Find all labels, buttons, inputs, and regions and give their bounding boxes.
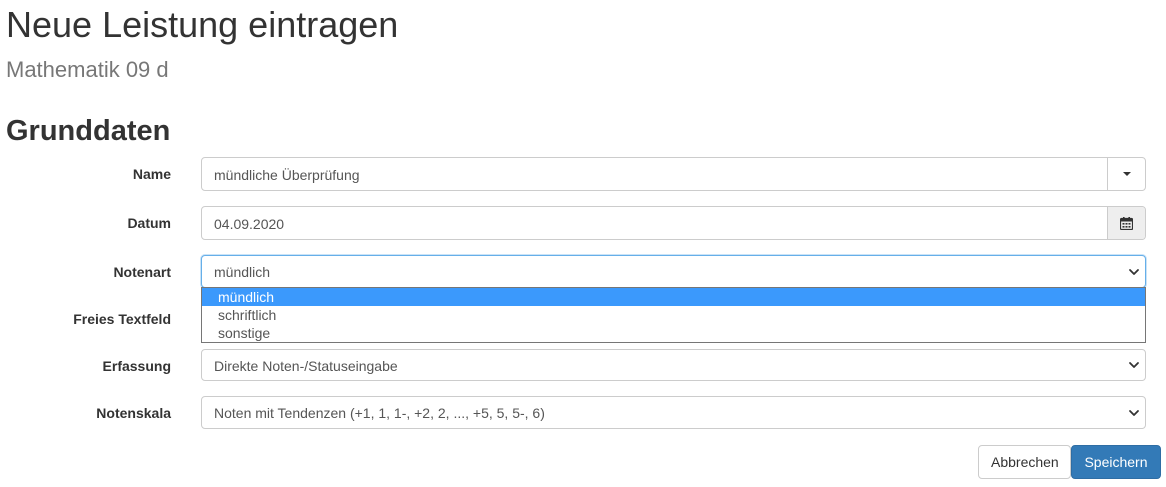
section-title: Grunddaten xyxy=(6,115,171,147)
name-combobox[interactable]: mündliche Überprüfung xyxy=(201,157,1146,191)
freies-textfeld-label: Freies Textfeld xyxy=(73,311,171,327)
notenart-label: Notenart xyxy=(113,264,171,280)
datum-input[interactable]: 04.09.2020 xyxy=(201,206,1146,240)
calendar-icon xyxy=(1120,216,1133,230)
erfassung-select[interactable]: Direkte Noten-/Statuseingabe xyxy=(201,349,1146,381)
cancel-button[interactable]: Abbrechen xyxy=(978,445,1071,479)
datum-value: 04.09.2020 xyxy=(214,216,285,232)
caret-down-icon xyxy=(1122,172,1131,176)
datum-calendar-button[interactable] xyxy=(1107,207,1145,239)
chevron-down-icon xyxy=(1129,362,1139,368)
notenart-option-muendlich[interactable]: mündlich xyxy=(202,288,1145,306)
notenart-options-list: mündlich schriftlich sonstige xyxy=(201,287,1146,343)
datum-label: Datum xyxy=(127,215,171,231)
notenskala-select[interactable]: Noten mit Tendenzen (+1, 1, 1-, +2, 2, .… xyxy=(201,396,1146,429)
notenart-select[interactable]: mündlich xyxy=(201,255,1146,288)
notenart-option-sonstige[interactable]: sonstige xyxy=(202,324,1145,342)
erfassung-label: Erfassung xyxy=(102,358,171,374)
name-dropdown-toggle[interactable] xyxy=(1107,158,1145,190)
save-button[interactable]: Speichern xyxy=(1071,445,1161,479)
notenskala-label: Notenskala xyxy=(96,405,171,421)
notenart-option-schriftlich[interactable]: schriftlich xyxy=(202,306,1145,324)
chevron-down-icon xyxy=(1129,269,1139,275)
name-label: Name xyxy=(132,166,171,182)
page-title: Neue Leistung eintragen xyxy=(6,4,399,45)
chevron-down-icon xyxy=(1129,410,1139,416)
erfassung-value: Direkte Noten-/Statuseingabe xyxy=(214,358,398,374)
notenskala-value: Noten mit Tendenzen (+1, 1, 1-, +2, 2, .… xyxy=(214,405,545,421)
name-value: mündliche Überprüfung xyxy=(214,167,360,183)
notenart-value: mündlich xyxy=(214,264,271,280)
page-subtitle: Mathematik 09 d xyxy=(6,57,169,82)
